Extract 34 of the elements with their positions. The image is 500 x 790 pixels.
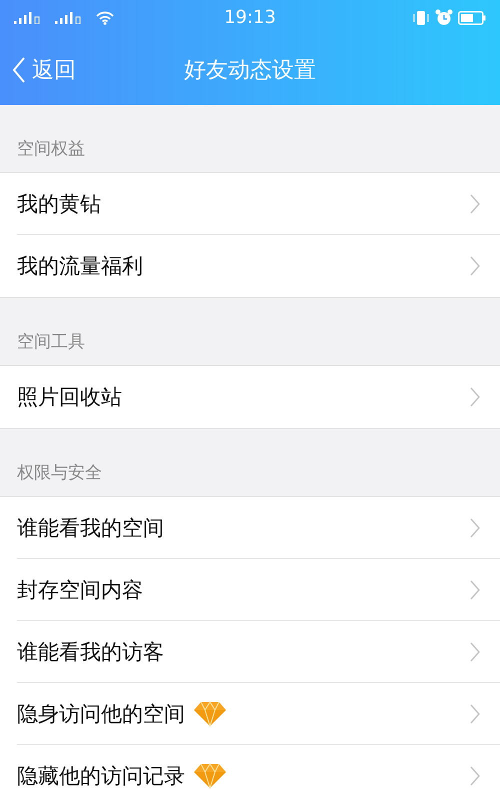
chevron-icon	[470, 642, 480, 662]
chevron-icon	[470, 256, 480, 276]
item-label: 隐身访问他的空间	[17, 700, 185, 728]
section-header: 空间权益	[17, 138, 85, 160]
back-icon	[12, 56, 26, 84]
item-label: 照片回收站	[17, 384, 122, 411]
vibrate-icon	[412, 10, 430, 26]
chevron-icon	[470, 518, 480, 538]
item-label: 隐藏他的访问记录	[17, 763, 185, 790]
chevron-icon	[470, 766, 480, 786]
section-header: 空间工具	[17, 331, 85, 353]
status-time: 19:13	[223, 7, 277, 28]
item-label: 谁能看我的访客	[17, 638, 164, 666]
settings-item[interactable]: 我的流量福利	[17, 235, 500, 297]
settings-item[interactable]: 隐藏他的访问记录	[17, 745, 500, 790]
back-label: 返回	[32, 57, 76, 85]
section-header: 权限与安全	[17, 462, 102, 484]
battery-icon	[458, 10, 486, 24]
settings-item[interactable]: 隐身访问他的空间	[17, 683, 500, 745]
alarm-icon	[435, 9, 453, 26]
chevron-icon	[470, 704, 480, 724]
page-title: 好友动态设置	[183, 57, 317, 85]
item-label: 我的流量福利	[17, 253, 143, 280]
item-label: 我的黄钻	[17, 190, 101, 218]
settings-item[interactable]: 我的黄钻	[17, 173, 500, 235]
settings-item[interactable]: 封存空间内容	[17, 559, 500, 621]
settings-item[interactable]: 谁能看我的空间	[17, 497, 500, 559]
chevron-icon	[470, 387, 480, 407]
chevron-icon	[470, 580, 480, 600]
settings-item[interactable]: 谁能看我的访客	[17, 621, 500, 683]
wifi-icon	[96, 10, 114, 24]
chevron-icon	[470, 194, 480, 214]
item-label: 谁能看我的空间	[17, 514, 164, 542]
item-label: 封存空间内容	[17, 576, 143, 604]
